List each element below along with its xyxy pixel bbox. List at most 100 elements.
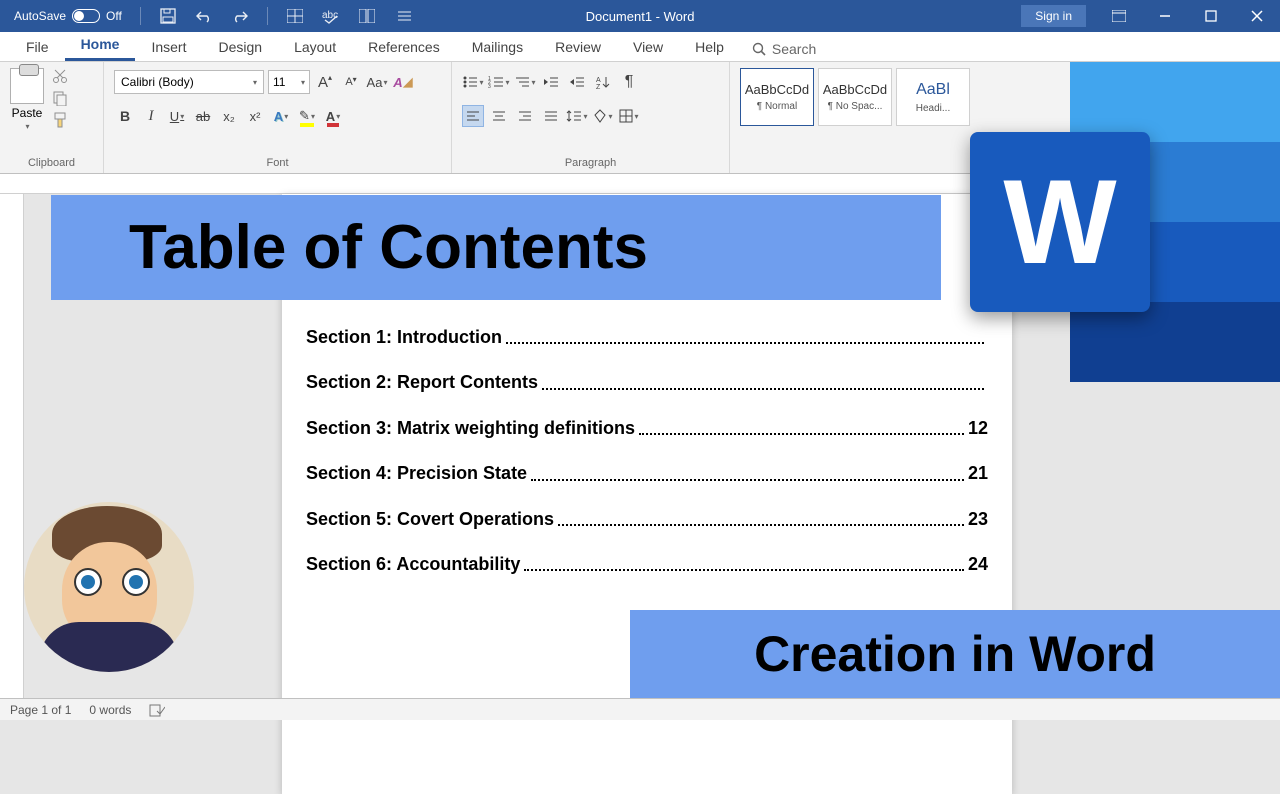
autosave-toggle[interactable]: AutoSave Off [0, 9, 122, 23]
superscript-button[interactable]: x² [244, 105, 266, 127]
list-icon[interactable] [394, 7, 412, 25]
font-color-button[interactable]: A▾ [322, 105, 344, 127]
font-name-select[interactable]: Calibri (Body)▾ [114, 70, 264, 94]
svg-text:A: A [596, 77, 601, 84]
style-no-spacing[interactable]: AaBbCcDd ¶ No Spac... [818, 68, 892, 126]
toc-entry: Section 4: Precision State21 [306, 462, 988, 485]
tab-view[interactable]: View [617, 35, 679, 61]
subscript-button[interactable]: x₂ [218, 105, 240, 127]
tab-insert[interactable]: Insert [135, 35, 202, 61]
font-group-label: Font [114, 157, 441, 171]
tab-help[interactable]: Help [679, 35, 740, 61]
ribbon-display-icon[interactable] [1096, 0, 1142, 32]
format-painter-icon[interactable] [52, 112, 70, 128]
chevron-down-icon: ▾ [25, 122, 29, 131]
toc-entry: Section 5: Covert Operations23 [306, 508, 988, 531]
highlight-button[interactable]: ✎▾ [296, 105, 318, 127]
minimize-icon[interactable] [1142, 0, 1188, 32]
line-spacing-button[interactable]: ▾ [566, 105, 588, 127]
signin-button[interactable]: Sign in [1021, 5, 1086, 27]
paste-label: Paste [12, 106, 43, 120]
style-heading1[interactable]: AaBl Headi... [896, 68, 970, 126]
tab-references[interactable]: References [352, 35, 456, 61]
document-title: Document1 - Word [586, 9, 695, 24]
status-bar: Page 1 of 1 0 words [0, 698, 1280, 720]
layout-icon[interactable] [358, 7, 376, 25]
shading-button[interactable]: ▾ [592, 105, 614, 127]
shrink-font-button[interactable]: A▾ [340, 71, 362, 93]
table-icon[interactable] [286, 7, 304, 25]
bullets-button[interactable]: ▾ [462, 71, 484, 93]
tab-review[interactable]: Review [539, 35, 617, 61]
maximize-icon[interactable] [1188, 0, 1234, 32]
tab-mailings[interactable]: Mailings [456, 35, 539, 61]
bold-button[interactable]: B [114, 105, 136, 127]
underline-button[interactable]: U▾ [166, 105, 188, 127]
toc-entry: Section 2: Report Contents [306, 371, 988, 394]
clipboard-group-label: Clipboard [10, 157, 93, 171]
strike-button[interactable]: ab [192, 105, 214, 127]
ribbon-tabs: File Home Insert Design Layout Reference… [0, 32, 1280, 62]
align-center-button[interactable] [488, 105, 510, 127]
overlay-title: Table of Contents [129, 212, 648, 283]
search-icon [752, 42, 766, 56]
search-label: Search [772, 41, 816, 57]
sort-button[interactable]: AZ [592, 71, 614, 93]
tab-file[interactable]: File [10, 35, 65, 61]
autosave-state: Off [106, 9, 122, 23]
numbering-button[interactable]: 123▾ [488, 71, 510, 93]
tab-home[interactable]: Home [65, 32, 136, 61]
spellcheck-icon[interactable]: abc [322, 7, 340, 25]
toc-entry: Section 1: Introduction [306, 326, 988, 349]
toggle-icon [72, 9, 100, 23]
svg-text:Z: Z [596, 84, 601, 89]
italic-button[interactable]: I [140, 105, 162, 127]
decrease-indent-button[interactable] [540, 71, 562, 93]
overlay-subtitle-banner: Creation in Word [630, 610, 1280, 698]
copy-icon[interactable] [52, 90, 70, 106]
paste-button[interactable]: Paste ▾ [10, 68, 44, 131]
page-count[interactable]: Page 1 of 1 [10, 703, 71, 717]
justify-button[interactable] [540, 105, 562, 127]
multilevel-button[interactable]: ▾ [514, 71, 536, 93]
proofing-icon[interactable] [149, 703, 165, 717]
quick-access-toolbar: abc [140, 7, 412, 25]
undo-icon[interactable] [195, 7, 213, 25]
tell-me-search[interactable]: Search [740, 37, 828, 61]
paragraph-group-label: Paragraph [462, 157, 719, 171]
group-clipboard: Paste ▾ Clipboard [0, 62, 104, 173]
overlay-title-banner: Table of Contents [51, 195, 941, 300]
toc-entry: Section 6: Accountability24 [306, 553, 988, 576]
change-case-button[interactable]: Aa▾ [366, 71, 388, 93]
group-font: Calibri (Body)▾ 11▾ A▴ A▾ Aa▾ A◢ B I U▾ … [104, 62, 452, 173]
increase-indent-button[interactable] [566, 71, 588, 93]
tab-layout[interactable]: Layout [278, 35, 352, 61]
clear-format-button[interactable]: A◢ [392, 71, 414, 93]
tab-design[interactable]: Design [202, 35, 278, 61]
svg-text:3: 3 [488, 84, 491, 89]
redo-icon[interactable] [231, 7, 249, 25]
word-logo: W [960, 62, 1280, 382]
toc-entry: Section 3: Matrix weighting definitions1… [306, 417, 988, 440]
close-icon[interactable] [1234, 0, 1280, 32]
vertical-ruler[interactable] [0, 194, 24, 698]
align-right-button[interactable] [514, 105, 536, 127]
show-marks-button[interactable]: ¶ [618, 71, 640, 93]
word-logo-letter: W [1003, 153, 1116, 291]
align-left-button[interactable] [462, 105, 484, 127]
overlay-subtitle: Creation in Word [754, 625, 1156, 683]
save-icon[interactable] [159, 7, 177, 25]
title-bar: AutoSave Off abc Document1 - Word Sign i… [0, 0, 1280, 32]
word-count[interactable]: 0 words [89, 703, 131, 717]
clipboard-icon [10, 68, 44, 104]
group-paragraph: ▾ 123▾ ▾ AZ ¶ ▾ ▾ ▾ Paragraph [452, 62, 730, 173]
text-effects-button[interactable]: A▾ [270, 105, 292, 127]
svg-text:abc: abc [322, 10, 338, 21]
grow-font-button[interactable]: A▴ [314, 71, 336, 93]
autosave-label: AutoSave [14, 9, 66, 23]
style-normal[interactable]: AaBbCcDd ¶ Normal [740, 68, 814, 126]
cut-icon[interactable] [52, 68, 70, 84]
borders-button[interactable]: ▾ [618, 105, 640, 127]
avatar [24, 502, 194, 672]
font-size-select[interactable]: 11▾ [268, 70, 310, 94]
